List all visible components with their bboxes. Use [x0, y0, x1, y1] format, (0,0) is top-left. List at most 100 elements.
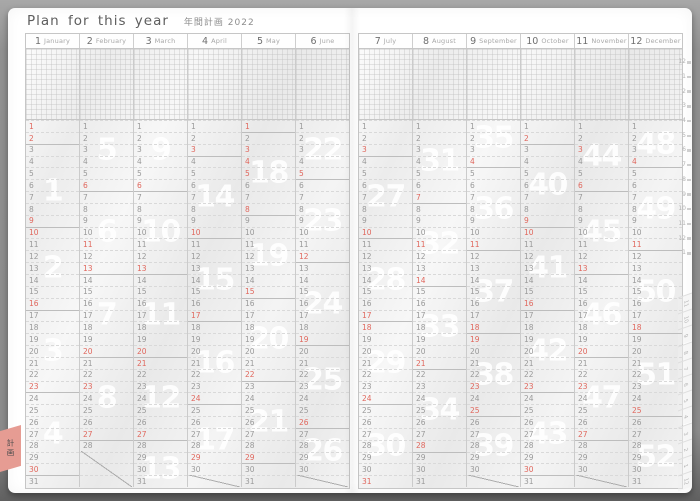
day-cell: 1 — [242, 120, 295, 132]
day-cell: 11 — [413, 238, 466, 250]
day-number: 24 — [191, 394, 201, 404]
day-cell: 8 — [575, 202, 628, 215]
day-number: 5 — [470, 169, 475, 179]
day-cell: 24 — [296, 392, 349, 404]
day-cell: 27 — [188, 427, 241, 440]
day-cell: 27 — [467, 427, 520, 440]
day-number: 18 — [632, 323, 642, 333]
day-number: 15 — [416, 287, 426, 297]
calendar-table: 1234 1 2 3 4 5 6 7 8 9 10 11 12 13 14 15… — [26, 49, 349, 488]
day-cell: 13 — [296, 262, 349, 274]
day-number: 2 — [578, 133, 583, 143]
day-cell: 3 — [80, 143, 133, 156]
day-number: 26 — [29, 417, 39, 427]
day-cell: 29 — [296, 451, 349, 464]
day-cell: 31 — [413, 475, 466, 487]
day-number: 6 — [299, 180, 304, 190]
day-cell: 28 — [26, 439, 79, 452]
day-number: 4 — [137, 157, 142, 167]
day-number: 5 — [632, 169, 637, 179]
day-cell: 18 — [359, 321, 412, 333]
day-number: 8 — [245, 204, 250, 214]
day-number: 9 — [299, 216, 304, 226]
day-cell: 15 — [188, 285, 241, 298]
day-cell: 3 — [26, 143, 79, 156]
empty-days-slash — [576, 475, 627, 487]
day-number: 26 — [191, 417, 201, 427]
day-cell: 2 — [26, 131, 79, 144]
day-number: 17 — [362, 311, 372, 321]
day-number: 18 — [578, 323, 588, 333]
day-number: 2 — [632, 133, 637, 143]
day-cell: 13 — [134, 262, 187, 274]
day-number: 19 — [632, 334, 642, 344]
month-column-march: 9 10 11 12 13 1 2 3 4 5 6 7 8 9 10 11 12… — [133, 120, 187, 487]
day-cell: 14 — [134, 273, 187, 286]
day-number: 17 — [191, 311, 201, 321]
day-number: 23 — [578, 382, 588, 392]
day-number: 22 — [524, 370, 534, 380]
day-cell: 22 — [26, 368, 79, 381]
day-number: 2 — [83, 133, 88, 143]
day-number: 12 — [29, 251, 39, 261]
day-number: 25 — [83, 405, 93, 415]
day-cell: 11 — [359, 238, 412, 250]
day-cell: 8 — [296, 202, 349, 215]
day-cell: 26 — [296, 416, 349, 428]
day-number: 7 — [299, 192, 304, 202]
day-number: 10 — [191, 228, 201, 238]
day-number: 4 — [299, 157, 304, 167]
graph-paper — [412, 49, 466, 119]
edge-index-item: 1 — [677, 70, 691, 85]
day-number: 10 — [137, 228, 147, 238]
day-cell: 11 — [467, 238, 520, 250]
month-column-september: 35 36 37 38 39 1 2 3 4 5 6 7 8 9 10 11 1… — [466, 120, 520, 487]
day-cell: 16 — [575, 297, 628, 310]
day-cell: 23 — [413, 380, 466, 393]
day-number: 16 — [245, 299, 255, 309]
day-number: 6 — [416, 180, 421, 190]
day-cell: 23 — [575, 380, 628, 393]
edge-tick — [687, 105, 691, 108]
day-number: 24 — [524, 394, 534, 404]
day-cell: 19 — [134, 333, 187, 345]
day-number: 18 — [137, 323, 147, 333]
empty-days-slash — [468, 475, 519, 487]
edge-tick — [687, 178, 691, 182]
day-cell: 2 — [467, 131, 520, 144]
month-column-december: 48 49 50 51 52 1 2 3 4 5 6 7 8 9 10 11 1… — [628, 120, 682, 487]
day-number: 23 — [191, 382, 201, 392]
day-number: 15 — [524, 287, 534, 297]
day-cell: 19 — [575, 333, 628, 345]
day-number: 3 — [137, 145, 142, 155]
day-cell: 11 — [242, 238, 295, 250]
day-number: 16 — [191, 299, 201, 309]
day-number: 22 — [245, 370, 255, 380]
day-cell: 3 — [521, 143, 574, 156]
title-english: Plan for this year — [27, 13, 169, 29]
day-number: 13 — [137, 263, 147, 273]
day-cell: 28 — [413, 439, 466, 452]
day-cell: 21 — [521, 356, 574, 369]
day-cell: 24 — [26, 392, 79, 404]
day-cell: 19 — [413, 333, 466, 345]
day-number: 19 — [578, 334, 588, 344]
day-number: 16 — [470, 299, 480, 309]
day-cell: 29 — [575, 451, 628, 464]
day-number: 5 — [83, 169, 88, 179]
day-cell: 6 — [413, 179, 466, 191]
day-cell: 17 — [242, 309, 295, 322]
month-header-june: 6 June — [295, 34, 349, 48]
day-number: 27 — [137, 429, 147, 439]
edge-tick — [687, 163, 691, 167]
day-number: 14 — [578, 275, 588, 285]
day-cell: 5 — [80, 167, 133, 179]
day-number: 16 — [299, 299, 309, 309]
day-number: 17 — [470, 311, 480, 321]
day-number: 11 — [632, 240, 642, 250]
day-cell: 15 — [521, 285, 574, 298]
day-number: 29 — [524, 453, 534, 463]
day-number: 18 — [470, 323, 480, 333]
day-cell: 25 — [134, 404, 187, 416]
day-cell: 27 — [575, 427, 628, 440]
